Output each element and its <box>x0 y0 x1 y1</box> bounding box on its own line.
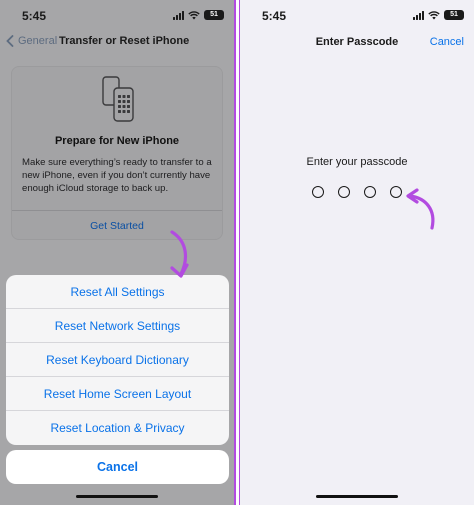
cancel-link[interactable]: Cancel <box>430 36 464 48</box>
passcode-prompt: Enter your passcode <box>306 156 408 168</box>
battery-icon: 51 <box>444 10 464 20</box>
card-description: Make sure everything’s ready to transfer… <box>22 157 212 194</box>
wifi-icon <box>188 10 200 19</box>
back-button[interactable]: General <box>6 35 57 47</box>
signal-icon <box>173 10 184 20</box>
card-divider <box>12 210 222 211</box>
status-bar: 5:45 51 <box>0 0 234 30</box>
wifi-icon <box>428 10 440 19</box>
passcode-dots <box>312 186 402 198</box>
status-icons: 51 <box>173 10 224 20</box>
battery-icon: 51 <box>204 10 224 20</box>
reset-action-sheet: Reset All Settings Reset Network Setting… <box>6 275 229 445</box>
left-phone-screen: 5:45 51 General Transfer or Reset iPhone <box>0 0 234 505</box>
annotation-arrow-icon <box>170 230 189 278</box>
phone-transfer-icon <box>102 76 134 122</box>
cancel-button[interactable]: Cancel <box>6 450 229 484</box>
status-bar: 5:45 51 <box>240 0 474 30</box>
passcode-dot <box>364 186 376 198</box>
passcode-dot <box>390 186 402 198</box>
status-time: 5:45 <box>22 9 47 23</box>
page-title: Transfer or Reset iPhone <box>59 35 190 47</box>
home-indicator <box>316 494 398 498</box>
passcode-dot <box>338 186 350 198</box>
back-label: General <box>18 35 58 47</box>
reset-network-settings-button[interactable]: Reset Network Settings <box>6 309 229 343</box>
reset-home-screen-layout-button[interactable]: Reset Home Screen Layout <box>6 377 229 411</box>
signal-icon <box>413 10 424 20</box>
reset-location-privacy-button[interactable]: Reset Location & Privacy <box>6 411 229 445</box>
status-icons: 51 <box>413 10 464 20</box>
reset-keyboard-dictionary-button[interactable]: Reset Keyboard Dictionary <box>6 343 229 377</box>
chevron-left-icon <box>6 35 14 47</box>
right-phone-screen: 5:45 51 Enter Passcode Cancel Enter your… <box>240 0 474 505</box>
home-indicator <box>76 494 158 498</box>
card-title: Prepare for New iPhone <box>54 135 180 147</box>
passcode-dot <box>312 186 324 198</box>
annotation-arrow-icon <box>406 188 435 230</box>
prepare-card: Prepare for New iPhone Make sure everyth… <box>11 66 223 240</box>
status-time: 5:45 <box>262 9 287 23</box>
navigation-bar: General Transfer or Reset iPhone <box>0 30 234 56</box>
